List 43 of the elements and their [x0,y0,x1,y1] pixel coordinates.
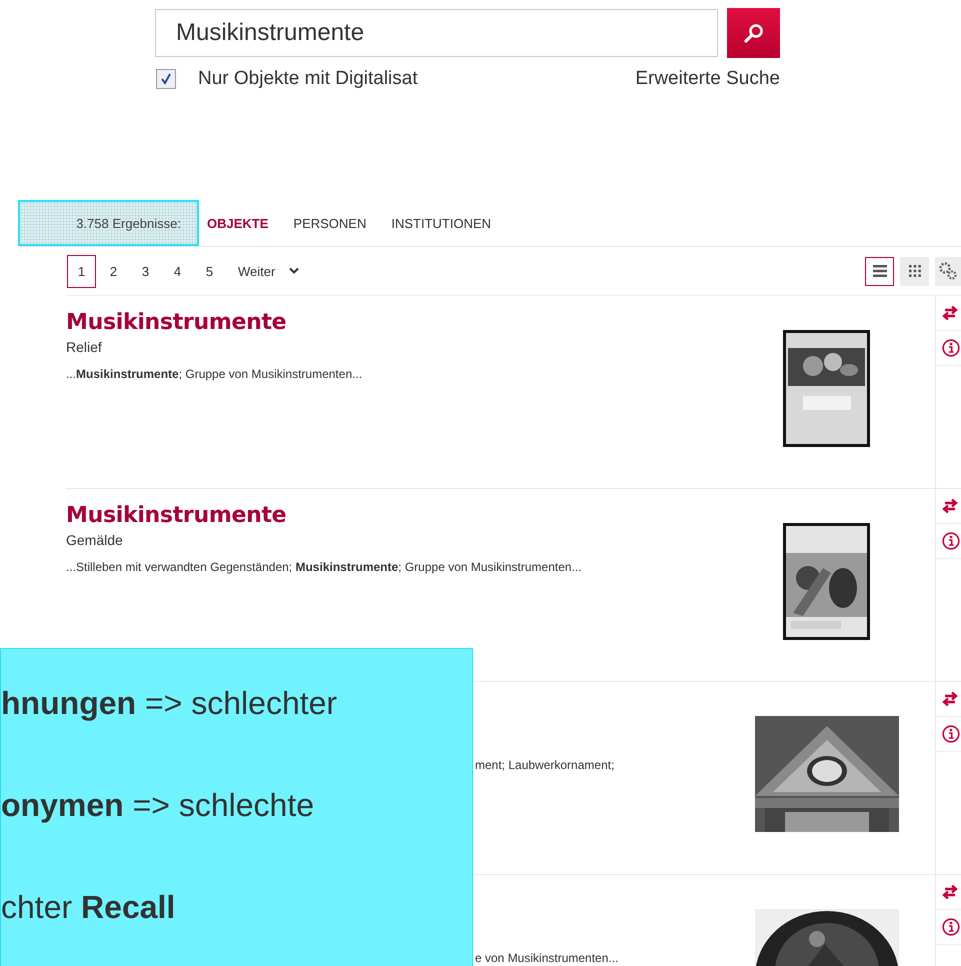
info-icon[interactable] [942,339,960,357]
result-snippet: ...Musikinstrumente; Gruppe von Musikinstrumenten... [66,367,364,381]
checkbox-label: Nur Objekte mit Digitalisat [198,68,418,90]
result-type: Relief [66,339,103,355]
compare-arrows-icon[interactable] [942,499,958,513]
checkbox[interactable] [156,69,176,89]
compare-arrows-icon[interactable] [942,306,958,320]
grid-view-button[interactable] [900,256,929,286]
next-link[interactable]: Weiter [238,264,276,278]
page-link[interactable]: 5 [195,254,224,288]
grid-icon [908,265,920,277]
list-icon [872,265,886,277]
callout-text: chter Recall [1,889,176,927]
search-field[interactable]: Musikinstrumente [155,9,718,57]
info-icon[interactable] [942,725,960,743]
search-button[interactable] [727,8,780,58]
check-icon [159,72,173,86]
search-icon [742,22,764,44]
tab[interactable]: INSTITUTIONEN [391,216,492,230]
info-icon[interactable] [942,918,960,936]
callout-text: hnungen => schlechter [1,685,338,723]
callout-text: onymen => schlechte [1,787,316,825]
tab[interactable]: PERSONEN [293,216,366,230]
result-type: Gemälde [66,532,124,548]
compare-arrows-icon[interactable] [942,885,958,899]
page-link[interactable]: 4 [163,254,192,288]
list-view-button[interactable] [865,256,894,286]
result-title[interactable]: Musikinstrumente [66,310,740,335]
page-link[interactable]: 1 [67,254,96,288]
results-count: 3.758 Ergebnisse: [18,200,199,246]
chevron-down-icon[interactable] [289,267,300,275]
advanced-search-link[interactable]: Erweiterte Suche [635,68,780,90]
settings-button[interactable] [935,256,961,286]
gear-icon [938,261,958,281]
compare-arrows-icon[interactable] [942,692,958,706]
tab[interactable]: OBJEKTE [207,216,268,230]
result-snippet: ment; Laubwerkornament; [475,758,616,772]
page-link[interactable]: 3 [131,254,160,288]
result-title[interactable]: Musikinstrumente [66,503,740,528]
result-snippet: ...Stilleben mit verwandten Gegenständen; Musikinstrumente; Gruppe von Musikinstrumenten... [66,560,583,574]
page-link[interactable]: 2 [99,254,128,288]
info-icon[interactable] [942,532,960,550]
result-snippet: e von Musikinstrumenten... [475,951,620,965]
